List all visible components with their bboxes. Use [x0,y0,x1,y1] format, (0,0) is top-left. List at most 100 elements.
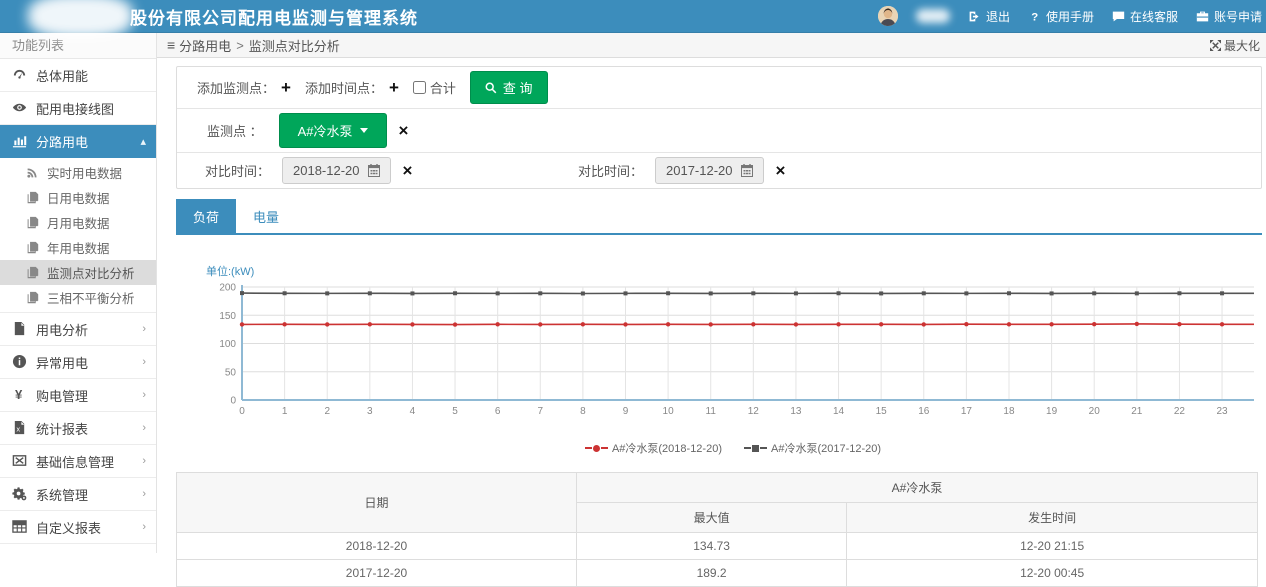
sidebar-subitem-daily-data[interactable]: 日用电数据 [0,185,156,210]
briefcase-icon [1196,10,1209,23]
total-checkbox[interactable] [413,81,426,94]
compare-date-group-2: 对比时间： 2017-12-20 × [578,157,785,184]
sidebar-subitem-label: 三相不平衡分析 [47,288,135,307]
chevron-down-icon [360,128,368,133]
sidebar-subnav-branch-power: 实时用电数据日用电数据月用电数据年用电数据监测点对比分析三相不平衡分析 [0,158,156,313]
add-point-label: 添加监测点： [197,78,275,97]
svg-text:200: 200 [219,283,236,294]
sidebar-item-system-mgmt[interactable]: 系统管理› [0,478,156,511]
sidebar-item-purchase-mgmt[interactable]: ¥ 购电管理 › [0,379,156,412]
sidebar-subitem-realtime-data[interactable]: 实时用电数据 [0,160,156,185]
cell-max: 134.73 [576,533,846,560]
menu-toggle-icon[interactable]: ≡ [167,37,175,53]
caret-right-icon: › [142,389,146,401]
user-avatar[interactable] [878,6,898,26]
svg-text:14: 14 [833,406,845,417]
sidebar-item-statistic-report[interactable]: x统计报表› [0,412,156,445]
copy-icon [26,241,40,255]
legend-circle-marker [585,445,608,452]
gears-icon [12,486,28,502]
tab-energy[interactable]: 电量 [236,199,296,233]
legend-item[interactable]: A#冷水泵(2018-12-20) [585,440,722,456]
compare-date-label-1: 对比时间： [205,161,270,180]
search-icon [485,82,497,94]
breadcrumb-page: 监测点对比分析 [249,36,340,55]
svg-text:23: 23 [1216,406,1228,417]
compare-date-input-2[interactable]: 2017-12-20 [655,157,764,184]
main-content: 添加监测点： + 添加时间点： + 合计 查 询 监测点 ： A#冷水泵 × 对 [157,58,1266,553]
legend-label: A#冷水泵(2018-12-20) [612,440,722,456]
point-dropdown[interactable]: A#冷水泵 [279,113,387,148]
tab-load[interactable]: 负荷 [176,199,236,233]
maximize-button[interactable]: 最大化 [1210,37,1260,54]
caret-right-icon: › [142,455,146,467]
legend-square-marker [744,445,767,452]
support-link[interactable]: 在线客服 [1112,8,1178,25]
svg-text:13: 13 [790,406,802,417]
question-icon: ? [1028,10,1041,23]
sidebar-subitem-monthly-data[interactable]: 月用电数据 [0,210,156,235]
cell-time: 12-20 00:45 [847,560,1258,587]
calendar-icon [368,164,380,177]
sidebar-item-label: 购电管理 [36,386,88,405]
file-icon [12,321,28,337]
header-right: 退出 ? 使用手册 在线客服 账号申请 [878,6,1266,26]
sidebar-item-basic-info[interactable]: 基础信息管理› [0,445,156,478]
app-header: 股份有限公司配用电监测与管理系统 退出 ? 使用手册 在线客服 账号申请 [0,0,1266,33]
eye-icon [12,100,28,116]
logout-link[interactable]: 退出 [968,8,1010,25]
sidebar: 功能列表 总体用能配用电接线图分路用电▴实时用电数据日用电数据月用电数据年用电数… [0,33,157,553]
sidebar-subitem-yearly-data[interactable]: 年用电数据 [0,235,156,260]
sidebar-item-label: 统计报表 [36,419,88,438]
remove-date-button-1[interactable]: × [403,162,413,179]
blurred-logo [28,0,133,38]
sidebar-menu: 总体用能配用电接线图分路用电▴实时用电数据日用电数据月用电数据年用电数据监测点对… [0,59,156,544]
sidebar-subitem-phase-unbalance[interactable]: 三相不平衡分析 [0,285,156,310]
sidebar-subitem-point-compare[interactable]: 监测点对比分析 [0,260,156,285]
compare-date-input-1[interactable]: 2018-12-20 [282,157,391,184]
manual-link[interactable]: ? 使用手册 [1028,8,1094,25]
svg-text:100: 100 [219,339,236,350]
svg-text:15: 15 [876,406,888,417]
compare-date-group-1: 对比时间： 2018-12-20 × [205,157,578,184]
line-chart: 0501001502000123456789101112131415161718… [204,281,1264,433]
sidebar-item-abnormal-power[interactable]: 异常用电› [0,346,156,379]
caret-right-icon: › [142,356,146,368]
box-x-icon [12,453,28,469]
cell-max: 189.2 [576,560,846,587]
svg-text:19: 19 [1046,406,1058,417]
svg-text:¥: ¥ [15,387,23,402]
sidebar-item-overall-energy[interactable]: 总体用能 [0,59,156,92]
svg-text:2: 2 [324,406,330,417]
filter-row-add: 添加监测点： + 添加时间点： + 合计 查 询 [177,67,1261,108]
svg-text:11: 11 [706,406,717,417]
account-link[interactable]: 账号申请 [1196,8,1262,25]
add-time-button[interactable]: + [389,79,399,96]
legend-label: A#冷水泵(2017-12-20) [771,440,881,456]
svg-text:17: 17 [961,406,973,417]
sidebar-item-power-analysis[interactable]: 用电分析› [0,313,156,346]
legend-item[interactable]: A#冷水泵(2017-12-20) [744,440,881,456]
sidebar-item-custom-report[interactable]: 自定义报表› [0,511,156,544]
sidebar-item-label: 配用电接线图 [36,99,114,118]
breadcrumb-section[interactable]: 分路用电 [179,36,231,55]
filter-row-point: 监测点 ： A#冷水泵 × [177,108,1261,152]
caret-right-icon: › [142,488,146,500]
cell-date: 2017-12-20 [177,560,577,587]
max-value-table: 日期 A#冷水泵 最大值 发生时间 2018-12-20134.7312-20 … [176,472,1258,587]
add-point-button[interactable]: + [281,79,291,96]
svg-text:12: 12 [748,406,760,417]
gauge-icon [12,67,28,83]
sidebar-item-branch-power[interactable]: 分路用电▴ [0,125,156,158]
query-button[interactable]: 查 询 [470,71,548,104]
tab-bar: 负荷电量 [176,199,1262,235]
svg-text:150: 150 [219,311,236,322]
calendar-icon [741,164,753,177]
svg-text:0: 0 [239,406,245,417]
svg-text:20: 20 [1089,406,1101,417]
caret-up-icon: ▴ [140,135,146,148]
remove-point-button[interactable]: × [399,122,409,139]
sidebar-item-wiring-diagram[interactable]: 配用电接线图 [0,92,156,125]
sidebar-subitem-label: 实时用电数据 [47,163,122,182]
remove-date-button-2[interactable]: × [776,162,786,179]
